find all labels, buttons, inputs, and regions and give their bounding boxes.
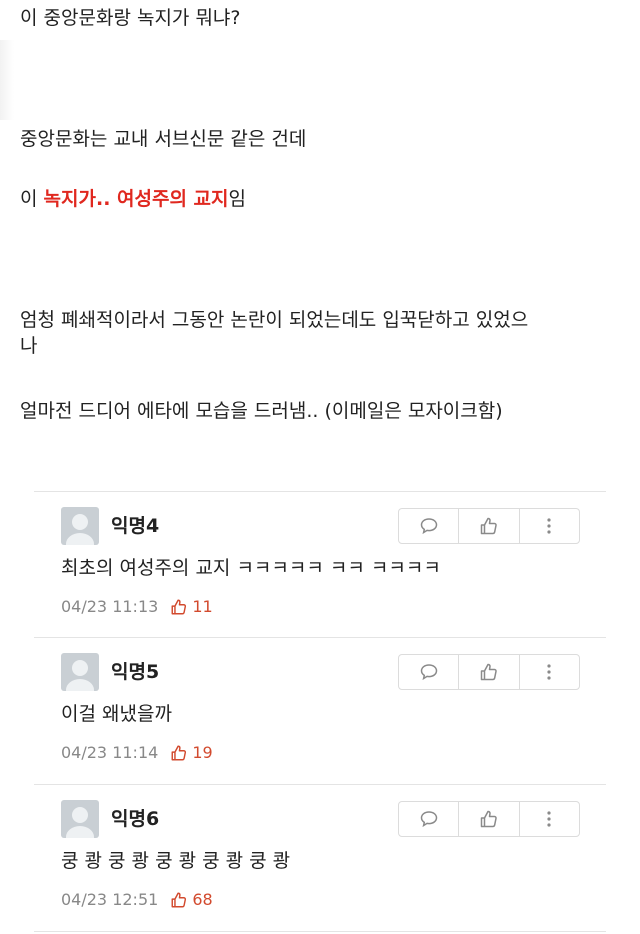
comment-actions xyxy=(398,801,580,837)
highlighted-text: 녹지가.. 여성주의 교지 xyxy=(43,188,229,210)
speech-bubble-icon xyxy=(420,664,437,681)
post-line-suffix: 임 xyxy=(228,188,247,210)
comment-text: 쿵 쾅 쿵 쾅 쿵 쾅 쿵 쾅 쿵 쾅 xyxy=(61,850,291,872)
vote-button[interactable] xyxy=(459,509,520,543)
like-count: 68 xyxy=(192,890,213,909)
default-avatar-icon xyxy=(61,507,99,545)
post-line-prefix: 이 xyxy=(20,188,44,210)
more-vertical-icon xyxy=(547,664,551,680)
comment-item: 익명5 이걸 왜냈을까 04/23 11:14 19 xyxy=(34,638,606,784)
divider xyxy=(34,931,606,932)
default-avatar-icon xyxy=(61,653,99,691)
thumbs-up-icon xyxy=(171,745,187,761)
more-button[interactable] xyxy=(520,655,579,689)
post-line-closed-cont: 나 xyxy=(20,335,38,357)
post-line-closed: 엄청 폐쇄적이라서 그동안 논란이 되었는데도 입꾹닫하고 있었으 xyxy=(20,309,529,331)
comment-text: 이걸 왜냈을까 xyxy=(61,703,172,725)
left-edge-shadow xyxy=(0,40,14,120)
vote-button[interactable] xyxy=(459,802,520,836)
comment-time: 04/23 12:51 xyxy=(61,890,159,909)
comment-nickname: 익명6 xyxy=(111,808,160,830)
vote-button[interactable] xyxy=(459,655,520,689)
comment-meta: 04/23 11:13 11 xyxy=(61,596,213,618)
default-avatar-icon xyxy=(61,800,99,838)
more-button[interactable] xyxy=(520,509,579,543)
post-line-highlight: 이 녹지가.. 여성주의 교지임 xyxy=(20,186,246,212)
thumbs-up-icon xyxy=(480,810,497,828)
comment-meta: 04/23 12:51 68 xyxy=(61,889,213,911)
comment-item: 익명6 쿵 쾅 쿵 쾅 쿵 쾅 쿵 쾅 쿵 쾅 04/23 12:51 68 xyxy=(34,785,606,931)
comment-item: 익명4 최초의 여성주의 교지 ㅋㅋㅋㅋㅋ ㅋㅋ ㅋㅋㅋㅋ 04/23 11:1… xyxy=(34,492,606,638)
comment-likes: 68 xyxy=(170,889,213,911)
reply-button[interactable] xyxy=(399,509,460,543)
speech-bubble-icon xyxy=(420,518,437,535)
thumbs-up-icon xyxy=(480,663,497,681)
comment-time: 04/23 11:13 xyxy=(61,597,159,616)
thumbs-up-icon xyxy=(480,517,497,535)
reply-button[interactable] xyxy=(399,802,460,836)
more-button[interactable] xyxy=(520,802,579,836)
reply-button[interactable] xyxy=(399,655,460,689)
thumbs-up-icon xyxy=(171,892,187,908)
thumbs-up-icon xyxy=(171,599,187,615)
comment-nickname: 익명4 xyxy=(111,515,160,537)
comment-actions xyxy=(398,508,580,544)
comment-likes: 19 xyxy=(170,742,213,764)
comment-actions xyxy=(398,654,580,690)
comment-likes: 11 xyxy=(170,596,213,618)
post-line-question: 이 중앙문화랑 녹지가 뭐냐? xyxy=(20,7,241,29)
like-count: 19 xyxy=(192,743,213,762)
post-line-explanation: 중앙문화는 교내 서브신문 같은 건데 xyxy=(20,128,307,150)
more-vertical-icon xyxy=(547,518,551,534)
post-line-reveal: 얼마전 드디어 에타에 모습을 드러냄.. (이메일은 모자이크함) xyxy=(20,400,503,422)
like-count: 11 xyxy=(192,597,213,616)
more-vertical-icon xyxy=(547,811,551,827)
comment-meta: 04/23 11:14 19 xyxy=(61,742,213,764)
speech-bubble-icon xyxy=(420,811,437,828)
comment-time: 04/23 11:14 xyxy=(61,743,159,762)
comment-text: 최초의 여성주의 교지 ㅋㅋㅋㅋㅋ ㅋㅋ ㅋㅋㅋㅋ xyxy=(61,557,441,579)
comment-nickname: 익명5 xyxy=(111,661,160,683)
